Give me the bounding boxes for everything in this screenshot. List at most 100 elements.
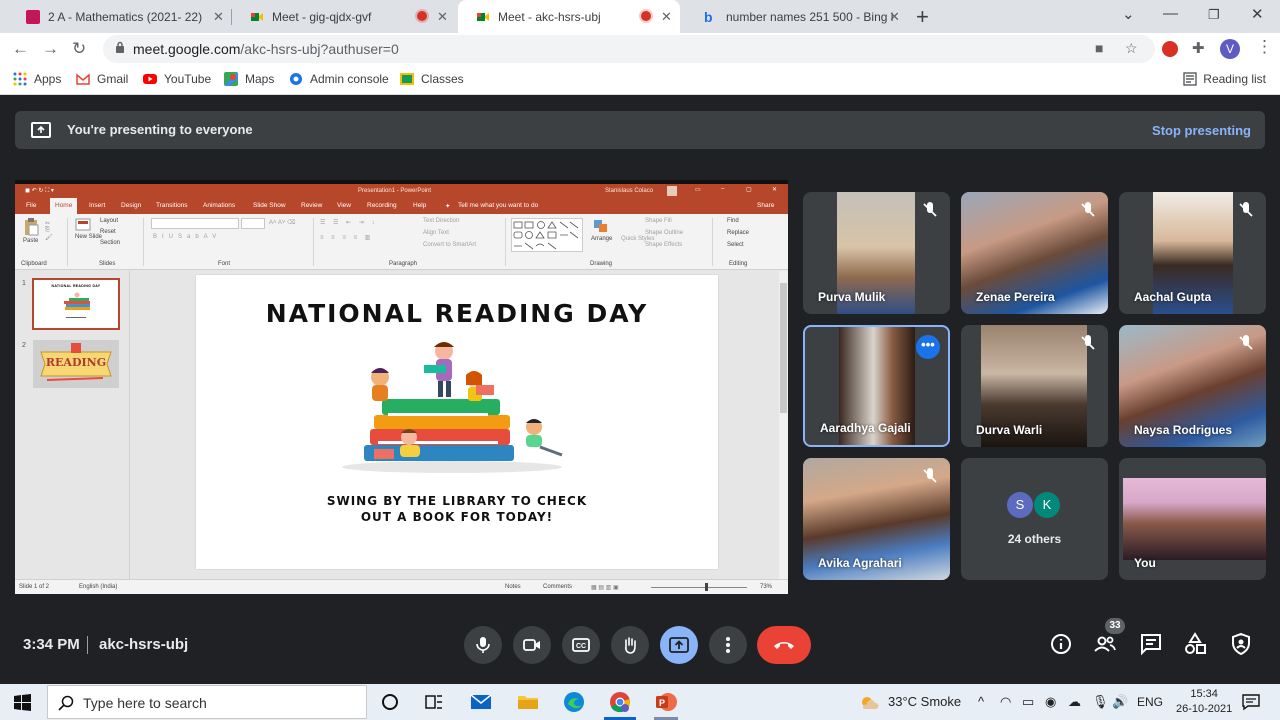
- address-bar[interactable]: meet.google.com/akc-hsrs-ubj?authuser=0 …: [103, 35, 1155, 63]
- status-language[interactable]: English (India): [79, 584, 117, 590]
- font-grow-shrink-icons[interactable]: A˄ A˅ ⌫: [269, 219, 296, 226]
- edge-browser-icon[interactable]: [563, 691, 585, 713]
- view-buttons-icons[interactable]: ▦ ▤ ▥ ▣: [591, 584, 619, 591]
- ppt-menu-review[interactable]: Review: [301, 202, 322, 209]
- browser-menu-icon[interactable]: ⋮: [1256, 37, 1273, 57]
- present-now-button[interactable]: [660, 626, 698, 664]
- microphone-button[interactable]: [464, 626, 502, 664]
- minimize-window-button[interactable]: —: [1163, 5, 1178, 22]
- quick-access-toolbar-icon[interactable]: ◼ ↶ ↻ ⛶ ▾: [25, 187, 54, 195]
- slide-thumbnail-1[interactable]: NATIONAL READING DAY ▬▬▬▬▬▬▬▬: [32, 278, 120, 330]
- ppt-menu-transitions[interactable]: Transitions: [156, 202, 188, 209]
- ppt-menu-file[interactable]: File: [26, 202, 36, 209]
- browser-tab-mathematics[interactable]: 2 A - Mathematics (2021- 22) ✕: [8, 0, 230, 33]
- chrome-browser-icon[interactable]: [609, 691, 631, 713]
- shape-effects-button[interactable]: Shape Effects: [645, 242, 682, 248]
- current-slide[interactable]: NATIONAL READING DAY SWING BY THE LIBRAR…: [196, 275, 718, 569]
- network-icon[interactable]: ◠: [1000, 694, 1011, 710]
- status-zoom-level[interactable]: 73%: [760, 584, 772, 590]
- list-format-icons[interactable]: ☰ ☰ ⇤ ⇥ ↕: [320, 219, 377, 226]
- arrange-icon[interactable]: [593, 219, 609, 233]
- microphone-tray-icon[interactable]: 🎙: [1092, 694, 1109, 710]
- ppt-minimize-icon[interactable]: –: [721, 186, 724, 192]
- browser-tab-meet-gig[interactable]: Meet - gig-qjdx-gvf ✕: [232, 0, 454, 33]
- lock-icon[interactable]: [115, 41, 125, 53]
- select-button[interactable]: Select: [727, 242, 744, 248]
- onedrive-icon[interactable]: ☁: [1068, 694, 1081, 710]
- align-text-button[interactable]: Align Text: [423, 230, 449, 236]
- more-options-button[interactable]: •••: [916, 335, 940, 359]
- others-tile[interactable]: S K 24 others: [961, 458, 1108, 580]
- status-comments[interactable]: Comments: [543, 584, 572, 590]
- participant-tile-speaking[interactable]: ••• Aaradhya Gajali: [803, 325, 950, 447]
- ppt-share[interactable]: Share: [757, 202, 774, 209]
- bookmark-youtube[interactable]: YouTube: [143, 72, 211, 86]
- close-tab-icon[interactable]: ✕: [213, 9, 224, 25]
- tab-search-chevron-icon[interactable]: ⌄: [1122, 5, 1135, 23]
- activities-icon[interactable]: [1183, 632, 1207, 656]
- leave-call-button[interactable]: [757, 626, 811, 664]
- stop-presenting-button[interactable]: Stop presenting: [1152, 123, 1251, 138]
- browser-tab-bing[interactable]: b number names 251 500 - Bing im ✕: [686, 0, 908, 33]
- profile-avatar[interactable]: V: [1220, 39, 1240, 59]
- extensions-puzzle-icon[interactable]: ✚: [1192, 41, 1208, 57]
- ppt-menu-help[interactable]: Help: [413, 202, 426, 209]
- ppt-menu-recording[interactable]: Recording: [367, 202, 397, 209]
- taskbar-search-box[interactable]: Type here to search: [47, 685, 367, 719]
- ppt-menu-design[interactable]: Design: [121, 202, 141, 209]
- bookmark-gmail[interactable]: Gmail: [76, 72, 128, 86]
- layout-button[interactable]: Layout: [100, 218, 118, 224]
- host-controls-shield-icon[interactable]: [1229, 632, 1253, 656]
- raise-hand-button[interactable]: [611, 626, 649, 664]
- participant-tile[interactable]: Avika Agrahari: [803, 458, 950, 580]
- camera-button[interactable]: [513, 626, 551, 664]
- notification-center-icon[interactable]: [1242, 693, 1260, 711]
- shapes-gallery[interactable]: [511, 218, 583, 252]
- reading-list-button[interactable]: Reading list: [1183, 72, 1266, 86]
- shape-fill-button[interactable]: Shape Fill: [645, 218, 672, 224]
- reset-button[interactable]: Reset: [100, 229, 116, 235]
- section-button[interactable]: Section: [100, 240, 120, 246]
- ppt-menu-view[interactable]: View: [337, 202, 351, 209]
- paste-icon[interactable]: [23, 218, 39, 236]
- meeting-details-icon[interactable]: [1049, 632, 1073, 656]
- bookmark-maps[interactable]: Maps: [224, 72, 274, 86]
- align-icons[interactable]: ≡ ≡ ≡ ≡ ▥: [320, 234, 373, 241]
- camera-tray-icon[interactable]: ◉: [1045, 694, 1056, 710]
- file-explorer-icon[interactable]: [517, 691, 539, 713]
- ppt-menu-insert[interactable]: Insert: [89, 202, 105, 209]
- weather-text[interactable]: 33°C Smoke: [888, 694, 961, 709]
- windows-start-icon[interactable]: [14, 694, 31, 711]
- convert-smartart-button[interactable]: Convert to SmartArt: [423, 242, 476, 248]
- forward-arrow-icon[interactable]: →: [42, 39, 59, 59]
- mail-app-icon[interactable]: [470, 691, 492, 713]
- close-tab-icon[interactable]: ✕: [437, 9, 448, 25]
- participant-tile[interactable]: Durva Warli: [961, 325, 1108, 447]
- ppt-menu-home[interactable]: Home: [50, 198, 78, 214]
- close-tab-icon[interactable]: ✕: [889, 9, 900, 25]
- meeting-code[interactable]: akc-hsrs-ubj: [99, 636, 188, 653]
- ppt-ribbon-options-icon[interactable]: ▭: [695, 186, 701, 193]
- show-hidden-icons-chevron-icon[interactable]: ^: [978, 694, 984, 709]
- close-window-button[interactable]: ✕: [1251, 5, 1264, 23]
- task-view-icon[interactable]: [423, 691, 445, 713]
- bookmark-star-icon[interactable]: ☆: [1125, 40, 1138, 57]
- shape-outline-button[interactable]: Shape Outline: [645, 230, 683, 236]
- back-arrow-icon[interactable]: ←: [12, 39, 29, 59]
- participant-tile[interactable]: Naysa Rodrigues: [1119, 325, 1266, 447]
- powerpoint-app-icon[interactable]: P: [655, 691, 677, 713]
- more-options-button[interactable]: [709, 626, 747, 664]
- participant-tile[interactable]: Purva Mulik: [803, 192, 950, 314]
- cortana-icon[interactable]: [379, 691, 401, 713]
- taskbar-clock[interactable]: 15:34 26-10-2021: [1176, 687, 1232, 717]
- captions-button[interactable]: CC: [562, 626, 600, 664]
- replace-button[interactable]: Replace: [727, 230, 749, 236]
- people-icon[interactable]: [1093, 632, 1117, 656]
- ppt-menu-animations[interactable]: Animations: [203, 202, 235, 209]
- ppt-menu-slide-show[interactable]: Slide Show: [253, 202, 286, 209]
- status-notes[interactable]: Notes: [505, 584, 521, 590]
- font-size-box[interactable]: [241, 218, 265, 229]
- extension-icon[interactable]: [1162, 41, 1178, 57]
- new-slide-icon[interactable]: [75, 218, 91, 232]
- reload-icon[interactable]: ↻: [72, 39, 86, 59]
